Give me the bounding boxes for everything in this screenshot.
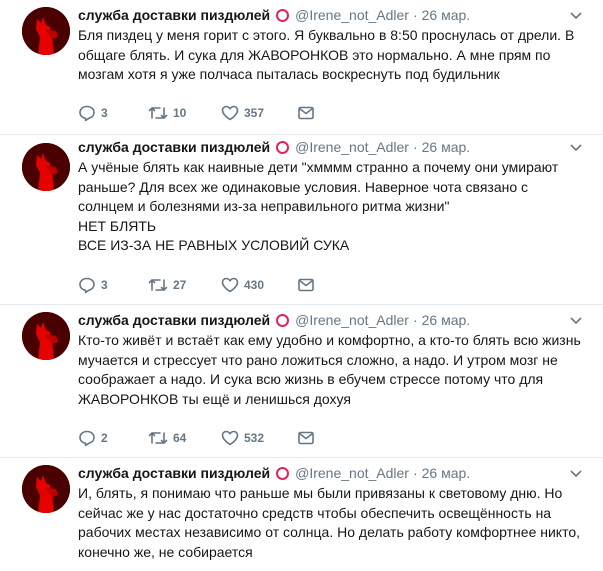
tweet[interactable]: служба доставки пиздюлей @Irene_not_Adle… xyxy=(0,305,603,458)
retweet-button[interactable]: 27 xyxy=(148,276,221,294)
author-handle[interactable]: @Irene_not_Adler xyxy=(295,310,409,330)
like-button[interactable]: 532 xyxy=(221,429,297,447)
separator: · xyxy=(412,139,418,155)
red-ring-icon xyxy=(276,466,290,480)
tweet-header: служба доставки пиздюлей @Irene_not_Adle… xyxy=(78,310,587,330)
author-handle[interactable]: @Irene_not_Adler xyxy=(295,463,409,483)
chevron-down-icon[interactable] xyxy=(569,140,583,154)
red-llama-avatar-icon xyxy=(22,7,70,55)
tweet-header: служба доставки пиздюлей @Irene_not_Adle… xyxy=(78,463,587,483)
tweet-date[interactable]: 26 мар. xyxy=(422,137,471,157)
tweet-content: служба доставки пиздюлей @Irene_not_Adle… xyxy=(78,5,587,85)
separator: · xyxy=(412,465,418,481)
like-count: 532 xyxy=(244,431,265,445)
tweet-text: И, блять, я понимаю что раньше мы были п… xyxy=(78,485,581,560)
red-ring-icon xyxy=(276,140,290,154)
author-handle[interactable]: @Irene_not_Adler xyxy=(295,137,409,157)
tweet-header: служба доставки пиздюлей @Irene_not_Adle… xyxy=(78,137,587,157)
heart-icon xyxy=(221,430,239,446)
retweet-icon xyxy=(148,432,168,444)
retweet-count: 64 xyxy=(173,431,187,445)
tweet-date[interactable]: 26 мар. xyxy=(422,310,471,330)
author-name[interactable]: служба доставки пиздюлей xyxy=(78,137,270,157)
chevron-down-icon[interactable] xyxy=(569,466,583,480)
dm-button[interactable] xyxy=(297,104,315,122)
reply-button[interactable]: 3 xyxy=(78,104,148,122)
reply-icon xyxy=(79,105,95,122)
like-button[interactable]: 357 xyxy=(221,104,297,122)
dm-button[interactable] xyxy=(297,429,315,447)
dm-button[interactable] xyxy=(297,276,315,294)
tweet-text: Кто-то живёт и встаёт как ему удобно и к… xyxy=(78,332,581,407)
envelope-icon xyxy=(298,106,314,120)
tweet-date[interactable]: 26 мар. xyxy=(422,463,471,483)
tweet-feed: служба доставки пиздюлей @Irene_not_Adle… xyxy=(0,0,603,571)
retweet-count: 27 xyxy=(173,278,187,292)
reply-count: 3 xyxy=(101,106,108,120)
like-count: 357 xyxy=(244,106,265,120)
retweet-button[interactable]: 10 xyxy=(148,104,221,122)
retweet-button[interactable]: 64 xyxy=(148,429,221,447)
avatar[interactable] xyxy=(22,465,70,513)
heart-icon xyxy=(221,105,239,121)
retweet-count: 10 xyxy=(173,106,187,120)
reply-icon xyxy=(79,277,95,294)
author-handle[interactable]: @Irene_not_Adler xyxy=(295,5,409,25)
tweet-date[interactable]: 26 мар. xyxy=(422,5,471,25)
tweet-actions: 3 10 357 xyxy=(78,103,315,123)
tweet[interactable]: служба доставки пиздюлей @Irene_not_Adle… xyxy=(0,458,603,571)
tweet[interactable]: служба доставки пиздюлей @Irene_not_Adle… xyxy=(0,0,603,135)
tweet-header: служба доставки пиздюлей @Irene_not_Adle… xyxy=(78,5,587,25)
tweet-content: служба доставки пиздюлей @Irene_not_Adle… xyxy=(78,310,587,409)
reply-count: 2 xyxy=(101,431,108,445)
red-llama-avatar-icon xyxy=(22,143,70,191)
tweet-content: служба доставки пиздюлей @Irene_not_Adle… xyxy=(78,137,587,256)
tweet-actions: 2 64 532 xyxy=(78,428,315,448)
retweet-icon xyxy=(148,279,168,291)
retweet-icon xyxy=(148,107,168,119)
avatar[interactable] xyxy=(22,312,70,360)
tweet-actions: 3 27 430 xyxy=(78,275,315,295)
avatar[interactable] xyxy=(22,143,70,191)
tweet-text: Бля пиздец у меня горит с этого. Я буква… xyxy=(78,27,575,82)
red-ring-icon xyxy=(276,313,290,327)
reply-count: 3 xyxy=(101,278,108,292)
reply-button[interactable]: 2 xyxy=(78,429,148,447)
red-llama-avatar-icon xyxy=(22,312,70,360)
heart-icon xyxy=(221,277,239,293)
separator: · xyxy=(412,7,418,23)
author-name[interactable]: служба доставки пиздюлей xyxy=(78,5,270,25)
envelope-icon xyxy=(298,278,314,292)
tweet[interactable]: служба доставки пиздюлей @Irene_not_Adle… xyxy=(0,135,603,305)
like-count: 430 xyxy=(244,278,265,292)
red-llama-avatar-icon xyxy=(22,465,70,513)
author-name[interactable]: служба доставки пиздюлей xyxy=(78,310,270,330)
author-name[interactable]: служба доставки пиздюлей xyxy=(78,463,270,483)
red-ring-icon xyxy=(276,8,290,22)
tweet-content: служба доставки пиздюлей @Irene_not_Adle… xyxy=(78,463,587,562)
chevron-down-icon[interactable] xyxy=(569,313,583,327)
reply-icon xyxy=(79,430,95,447)
avatar[interactable] xyxy=(22,7,70,55)
separator: · xyxy=(412,312,418,328)
chevron-down-icon[interactable] xyxy=(569,8,583,22)
like-button[interactable]: 430 xyxy=(221,276,297,294)
tweet-text: А учёные блять как наивные дети "хмммм с… xyxy=(78,159,559,253)
reply-button[interactable]: 3 xyxy=(78,276,148,294)
envelope-icon xyxy=(298,431,314,445)
